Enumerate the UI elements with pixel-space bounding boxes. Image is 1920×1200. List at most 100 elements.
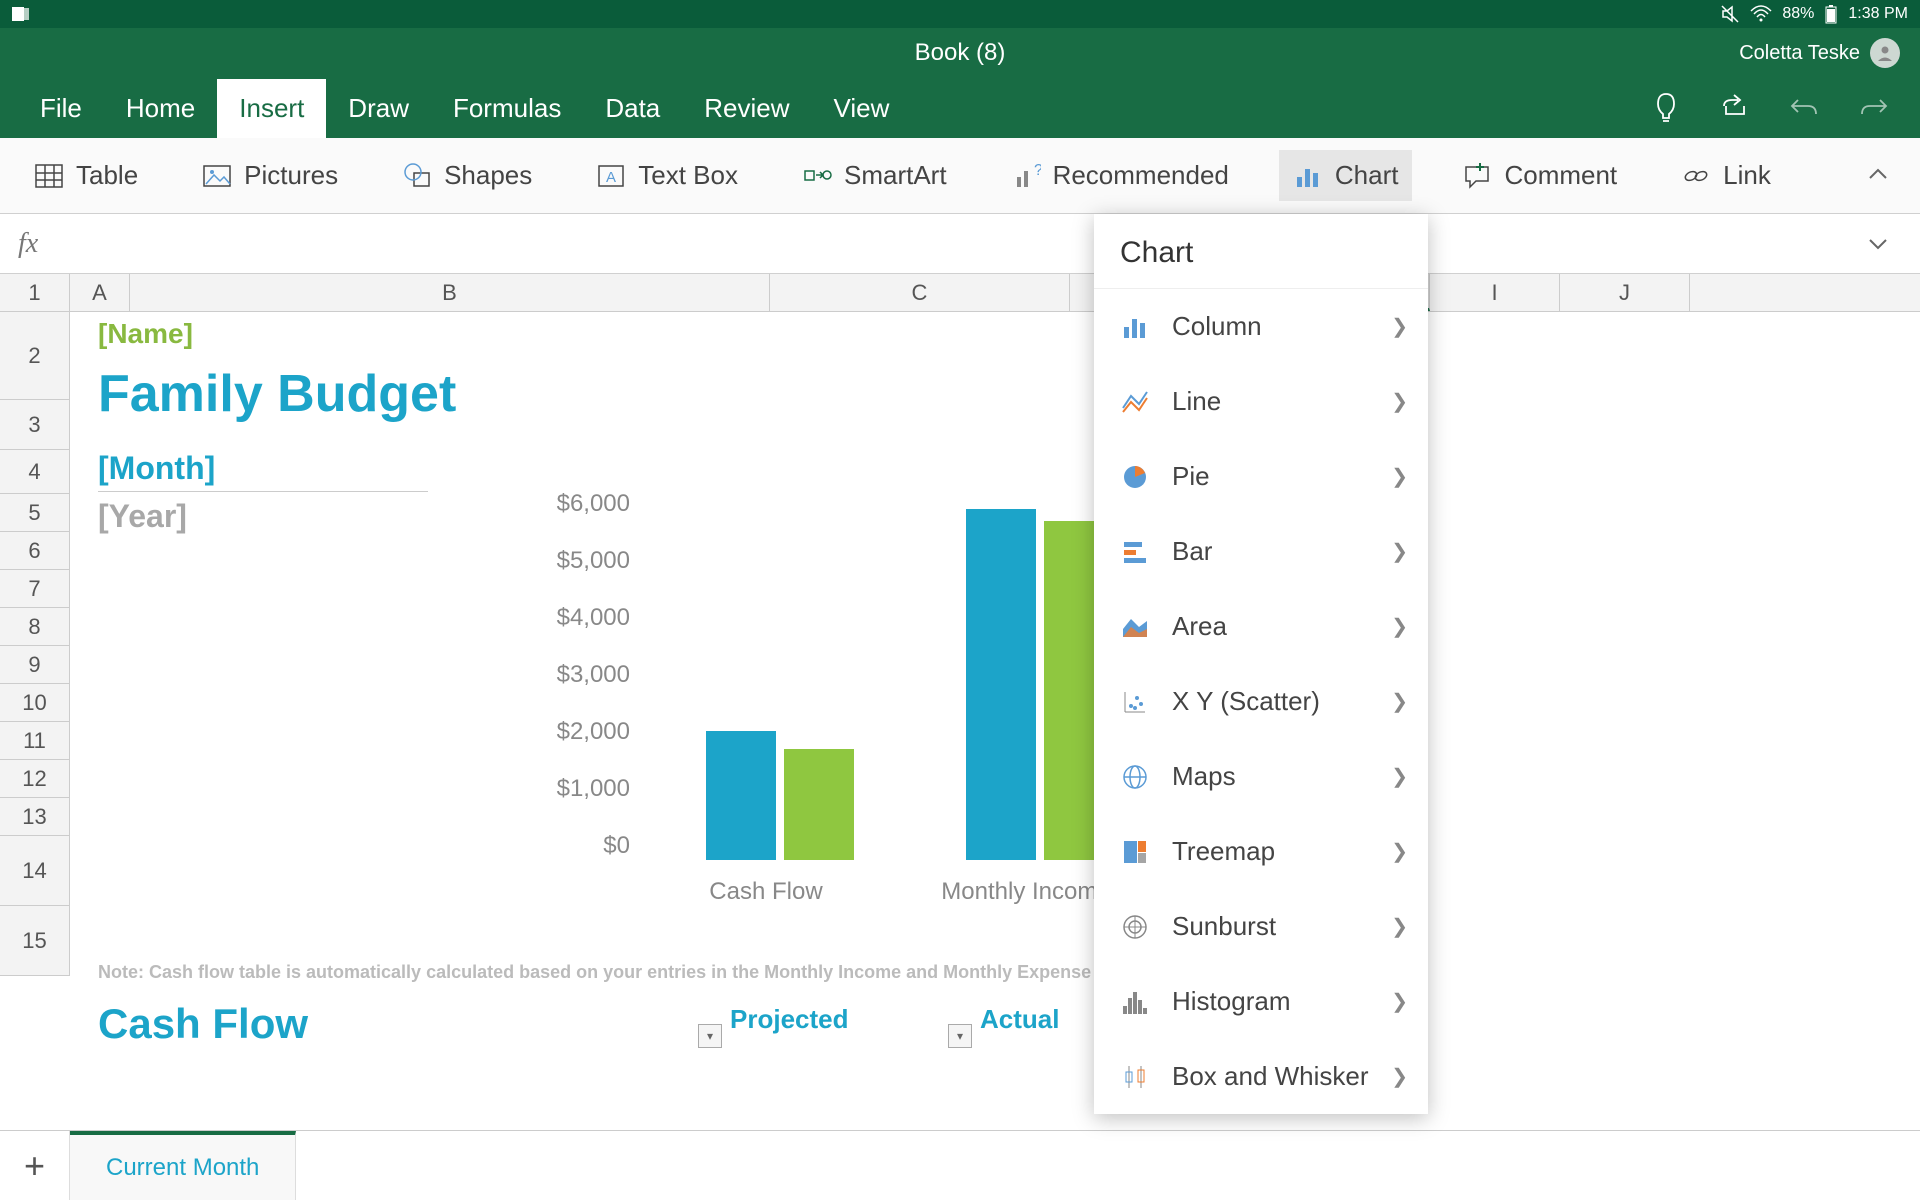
ribbon-tabs: File Home Insert Draw Formulas Data Revi… <box>0 78 1920 138</box>
filter-button-2[interactable]: ▾ <box>948 1024 972 1048</box>
ribbon-recommended[interactable]: ? Recommended <box>997 150 1243 201</box>
cashflow-heading[interactable]: Cash Flow <box>98 1000 308 1048</box>
add-sheet-button[interactable]: + <box>0 1131 70 1200</box>
ribbon-chart[interactable]: Chart <box>1279 150 1413 201</box>
ribbon-smartart[interactable]: SmartArt <box>788 150 961 201</box>
sheet-content: [Name] Family Budget [Month] [Year] $6,0… <box>70 312 1920 1130</box>
chevron-right-icon: ❯ <box>1391 764 1408 789</box>
embedded-chart[interactable]: $6,000$5,000$4,000$3,000$2,000$1,000$0 C… <box>550 490 1170 910</box>
chart-type-line[interactable]: Line❯ <box>1094 364 1428 439</box>
tab-data[interactable]: Data <box>583 79 682 138</box>
mute-icon <box>1720 4 1740 24</box>
ribbon-pictures[interactable]: Pictures <box>188 150 352 201</box>
ribbon-textbox[interactable]: A Text Box <box>582 150 752 201</box>
row-header-10[interactable]: 10 <box>0 684 70 722</box>
tab-review[interactable]: Review <box>682 79 811 138</box>
user-area[interactable]: Coletta Teske <box>1739 38 1900 68</box>
chart-type-box-and-whisker[interactable]: Box and Whisker❯ <box>1094 1039 1428 1114</box>
cell-name-label[interactable]: [Name] <box>98 318 193 350</box>
svg-text:?: ? <box>1034 162 1041 179</box>
tab-draw[interactable]: Draw <box>326 79 431 138</box>
row-header-2[interactable]: 2 <box>0 312 70 400</box>
ribbon-table[interactable]: Table <box>20 150 152 201</box>
chart-type-pie[interactable]: Pie❯ <box>1094 439 1428 514</box>
chevron-right-icon: ❯ <box>1391 989 1408 1014</box>
dropdown-title: Chart <box>1094 214 1428 289</box>
avatar[interactable] <box>1870 38 1900 68</box>
collapse-ribbon-icon[interactable] <box>1866 164 1890 188</box>
tab-home[interactable]: Home <box>104 79 217 138</box>
row-header-8[interactable]: 8 <box>0 608 70 646</box>
lightbulb-icon[interactable] <box>1652 90 1680 126</box>
undo-icon[interactable] <box>1788 90 1820 126</box>
tab-formulas[interactable]: Formulas <box>431 79 583 138</box>
expand-formula-icon[interactable] <box>1866 232 1890 256</box>
row-header-3[interactable]: 3 <box>0 400 70 450</box>
chart-type-bar[interactable]: Bar❯ <box>1094 514 1428 589</box>
row-header-5[interactable]: 5 <box>0 494 70 532</box>
row-header-1[interactable]: 1 <box>0 274 70 312</box>
actual-header[interactable]: Actual <box>980 1004 1059 1035</box>
tab-insert[interactable]: Insert <box>217 79 326 138</box>
pictures-icon <box>202 161 232 191</box>
row-header-14[interactable]: 14 <box>0 836 70 906</box>
chart-type-maps[interactable]: Maps❯ <box>1094 739 1428 814</box>
cell-month[interactable]: [Month] <box>98 450 428 492</box>
cell-year[interactable]: [Year] <box>98 498 187 535</box>
ribbon-link[interactable]: Link <box>1667 150 1785 201</box>
col-header-J[interactable]: J <box>1560 274 1690 311</box>
tab-file[interactable]: File <box>18 79 104 138</box>
textbox-icon: A <box>596 161 626 191</box>
smartart-icon <box>802 161 832 191</box>
row-header-12[interactable]: 12 <box>0 760 70 798</box>
share-icon[interactable] <box>1718 90 1750 126</box>
android-status-bar: 88% 1:38 PM <box>0 0 1920 28</box>
ribbon: Table Pictures Shapes A Text Box SmartAr… <box>0 138 1920 214</box>
pie-icon <box>1120 462 1150 492</box>
row-header-4[interactable]: 4 <box>0 450 70 494</box>
formula-bar[interactable]: fx <box>0 214 1920 274</box>
sheet-tab-current[interactable]: Current Month <box>70 1131 296 1200</box>
title-bar: Book (8) Coletta Teske <box>0 28 1920 78</box>
wifi-icon <box>1750 4 1772 24</box>
row-header-11[interactable]: 11 <box>0 722 70 760</box>
chart-icon <box>1293 161 1323 191</box>
maps-icon <box>1120 762 1150 792</box>
chart-type-area[interactable]: Area❯ <box>1094 589 1428 664</box>
redo-icon[interactable] <box>1858 90 1890 126</box>
x-y-scatter--icon <box>1120 687 1150 717</box>
cell-title[interactable]: Family Budget <box>98 364 456 424</box>
row-header-7[interactable]: 7 <box>0 570 70 608</box>
col-header-A[interactable]: A <box>70 274 130 311</box>
sunburst-icon <box>1120 912 1150 942</box>
chart-type-column[interactable]: Column❯ <box>1094 289 1428 364</box>
ribbon-shapes[interactable]: Shapes <box>388 150 546 201</box>
chart-plot-area <box>650 490 1170 860</box>
chart-type-sunburst[interactable]: Sunburst❯ <box>1094 889 1428 964</box>
row-header-6[interactable]: 6 <box>0 532 70 570</box>
filter-button-1[interactable]: ▾ <box>698 1024 722 1048</box>
comment-icon <box>1462 161 1492 191</box>
bar-icon <box>1120 537 1150 567</box>
tab-view[interactable]: View <box>812 79 912 138</box>
row-header-9[interactable]: 9 <box>0 646 70 684</box>
col-header-B[interactable]: B <box>130 274 770 311</box>
spreadsheet-grid[interactable]: ABCDGHIJ 123456789101112131415 [Name] Fa… <box>0 274 1920 1130</box>
row-header-15[interactable]: 15 <box>0 906 70 976</box>
row-header-13[interactable]: 13 <box>0 798 70 836</box>
ribbon-comment[interactable]: Comment <box>1448 150 1631 201</box>
col-header-I[interactable]: I <box>1430 274 1560 311</box>
chart-type-histogram[interactable]: Histogram❯ <box>1094 964 1428 1039</box>
chart-type-x-y-scatter-[interactable]: X Y (Scatter)❯ <box>1094 664 1428 739</box>
line-icon <box>1120 387 1150 417</box>
bar-Cash-Flow-Actual <box>784 749 854 860</box>
projected-header[interactable]: Projected <box>730 1004 849 1035</box>
col-header-C[interactable]: C <box>770 274 1070 311</box>
fx-label: fx <box>18 228 38 260</box>
chevron-right-icon: ❯ <box>1391 914 1408 939</box>
battery-icon <box>1824 4 1838 24</box>
chevron-right-icon: ❯ <box>1391 689 1408 714</box>
chart-type-treemap[interactable]: Treemap❯ <box>1094 814 1428 889</box>
chevron-right-icon: ❯ <box>1391 1064 1408 1089</box>
chevron-right-icon: ❯ <box>1391 839 1408 864</box>
